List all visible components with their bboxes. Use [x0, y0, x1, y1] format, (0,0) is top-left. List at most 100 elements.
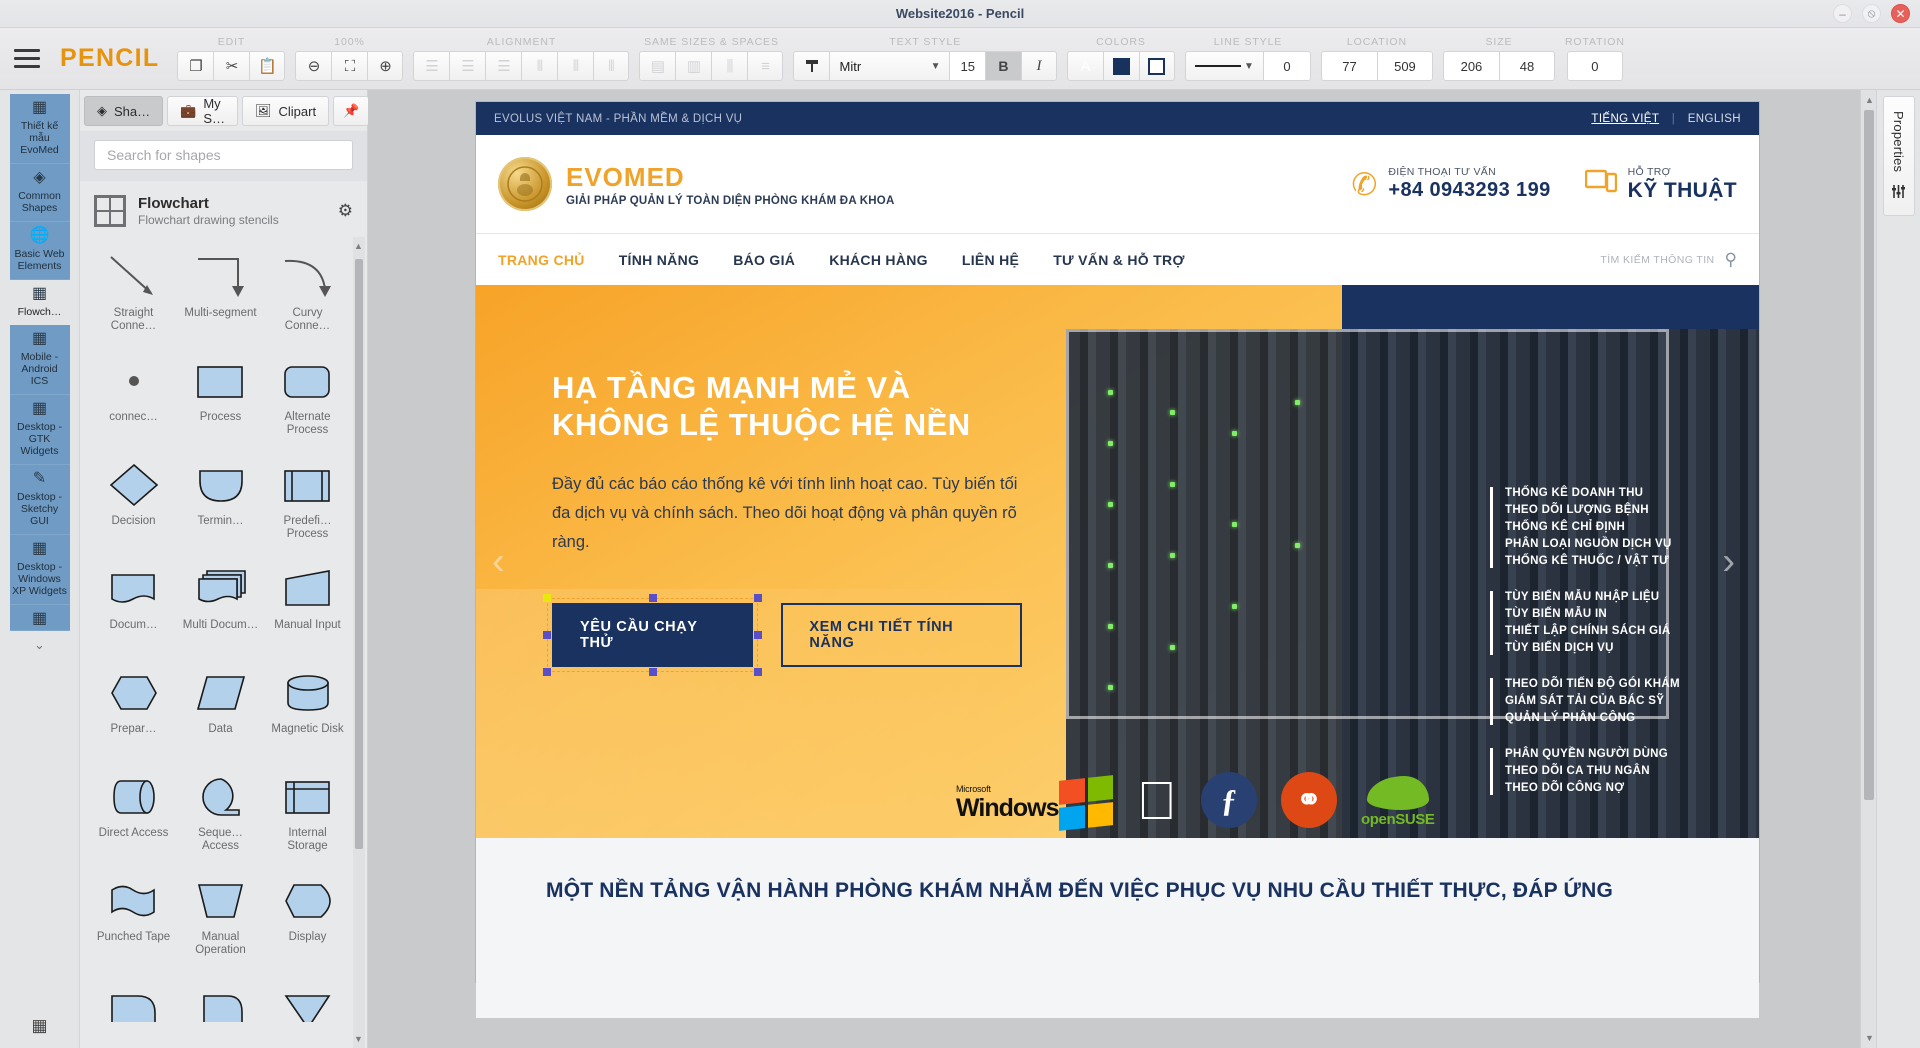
shape-item[interactable]: Multi-segment	[177, 241, 264, 341]
same-space-h-icon[interactable]: ⫼	[711, 51, 748, 81]
resize-handle-ml[interactable]	[543, 631, 551, 639]
distribute-right-icon[interactable]: ⦀	[593, 51, 630, 81]
scroll-up-icon[interactable]: ▲	[354, 241, 363, 251]
maximize-button[interactable]: ⦸	[1862, 4, 1881, 23]
minimize-button[interactable]: –	[1833, 4, 1852, 23]
zoom-fit-icon[interactable]: ⛶	[331, 51, 368, 81]
collection-common-shapes[interactable]: ◈ Common Shapes	[9, 164, 70, 222]
bold-button[interactable]: B	[984, 51, 1021, 81]
gear-icon[interactable]: ⚙	[338, 201, 353, 221]
line-style-select[interactable]: ▼	[1184, 51, 1263, 81]
hero-secondary-button[interactable]: XEM CHI TIẾT TÍNH NĂNG	[781, 603, 1022, 667]
resize-handle-tl[interactable]	[543, 594, 551, 602]
distribute-center-icon[interactable]: ⦀	[557, 51, 594, 81]
tab-shapes[interactable]: ◈ Sha…	[84, 96, 164, 126]
shape-item[interactable]: Direct Access	[90, 761, 177, 861]
shape-item[interactable]: Docum…	[90, 553, 177, 653]
shape-item[interactable]: Alternate Process	[264, 345, 351, 445]
shape-item[interactable]: Internal Storage	[264, 761, 351, 861]
collections-browse-grid-icon[interactable]: ▦	[31, 1016, 47, 1036]
search-icon[interactable]: ⚲	[1725, 250, 1737, 270]
shape-item[interactable]: Process	[177, 345, 264, 445]
collection-basic-web-elements[interactable]: 🌐 Basic Web Elements	[9, 222, 70, 280]
collection-desktop-windows-xp-widgets[interactable]: ▦ Desktop - Windows XP Widgets	[9, 535, 70, 605]
zoom-out-icon[interactable]: ⊖	[295, 51, 332, 81]
shape-item[interactable]: Manual Input	[264, 553, 351, 653]
menu-button[interactable]	[0, 27, 54, 89]
copy-button[interactable]: ❐	[177, 51, 214, 81]
collections-expand-chevron-down-icon[interactable]: ⌄	[34, 637, 45, 653]
nav-item-tu-van-ho-tro[interactable]: TƯ VẤN & HỖ TRỢ	[1053, 252, 1185, 268]
hero-next-arrow-icon[interactable]: ›	[1722, 540, 1735, 583]
collection-thiet-ke-mau-evomed[interactable]: ▦ Thiết kế mẫu EvoMed	[9, 94, 70, 164]
italic-button[interactable]: I	[1020, 51, 1057, 81]
hero-prev-arrow-icon[interactable]: ‹	[492, 540, 505, 583]
scroll-down-icon[interactable]: ▼	[354, 1034, 363, 1044]
size-height-input[interactable]: 48	[1498, 51, 1555, 81]
resize-handle-bc[interactable]	[648, 668, 657, 676]
format-painter-icon[interactable]	[793, 51, 830, 81]
shape-item[interactable]: Magnetic Disk	[264, 657, 351, 757]
rotation-input[interactable]: 0	[1566, 51, 1623, 81]
shape-list-scrollbar[interactable]: ▲ ▼	[353, 237, 365, 1048]
shape-item[interactable]: Termin…	[177, 449, 264, 549]
resize-handle-tc[interactable]	[648, 594, 657, 602]
nav-item-lien-he[interactable]: LIÊN HỆ	[962, 252, 1019, 268]
align-left-icon[interactable]: ☰	[413, 51, 450, 81]
location-y-input[interactable]: 509	[1376, 51, 1433, 81]
shape-item[interactable]	[90, 969, 177, 1048]
shape-item[interactable]: Seque… Access	[177, 761, 264, 861]
align-center-icon[interactable]: ☰	[449, 51, 486, 81]
lang-english[interactable]: ENGLISH	[1688, 113, 1741, 125]
font-size-input[interactable]: 15	[949, 51, 985, 81]
nav-item-bao-gia[interactable]: BÁO GIÁ	[733, 252, 795, 268]
shape-item[interactable]: Punched Tape	[90, 865, 177, 965]
paste-button[interactable]: 📋	[249, 51, 286, 81]
lang-vietnamese[interactable]: TIẾNG VIỆT	[1591, 113, 1659, 125]
properties-tab[interactable]: Properties	[1882, 96, 1915, 217]
collection-desktop-sketchy-gui[interactable]: ✎ Desktop - Sketchy GUI	[9, 465, 70, 535]
canvas-scroll-region[interactable]: EVOLUS VIỆT NAM - PHẦN MỀM & DỊCH VỤ TIẾ…	[368, 90, 1876, 1048]
scroll-down-icon[interactable]: ▼	[1865, 1033, 1874, 1043]
zoom-in-icon[interactable]: ⊕	[367, 51, 404, 81]
nav-item-khach-hang[interactable]: KHÁCH HÀNG	[829, 252, 928, 268]
shape-item[interactable]: Decision	[90, 449, 177, 549]
cut-button[interactable]: ✂	[213, 51, 250, 81]
canvas-page[interactable]: EVOLUS VIỆT NAM - PHẦN MỀM & DỊCH VỤ TIẾ…	[476, 102, 1759, 1018]
resize-handle-br[interactable]	[754, 668, 763, 676]
collection-more-partial[interactable]: ▦	[9, 605, 70, 631]
collection-desktop-gtk-widgets[interactable]: ▦ Desktop - GTK Widgets	[9, 395, 70, 465]
same-height-icon[interactable]: ▥	[675, 51, 712, 81]
scrollbar-thumb[interactable]	[1864, 110, 1874, 800]
resize-handle-mr[interactable]	[754, 631, 763, 639]
tab-my-stencils[interactable]: 💼 My S…	[167, 96, 238, 126]
location-x-input[interactable]: 77	[1320, 51, 1377, 81]
shape-item[interactable]: Predefi… Process	[264, 449, 351, 549]
hero-primary-button[interactable]: YÊU CẦU CHẠY THỬ	[552, 603, 754, 667]
shape-item[interactable]	[177, 969, 264, 1048]
scrollbar-thumb[interactable]	[355, 259, 363, 849]
collection-mobile-android-ics[interactable]: ▦ Mobile - Android ICS	[9, 325, 70, 395]
corner-radius-input[interactable]: 0	[1262, 51, 1311, 81]
close-button[interactable]: ✕	[1891, 4, 1910, 23]
collection-flowchart[interactable]: ▦ Flowch…	[9, 280, 70, 325]
site-nav-search[interactable]: TÌM KIẾM THÔNG TIN ⚲	[1600, 250, 1737, 270]
tab-pin[interactable]: 📌	[333, 96, 370, 126]
align-right-icon[interactable]: ☰	[485, 51, 522, 81]
stroke-color-swatch[interactable]	[1138, 51, 1175, 81]
shape-item[interactable]: Prepar…	[90, 657, 177, 757]
same-space-v-icon[interactable]: ≡	[747, 51, 784, 81]
fill-color-swatch[interactable]	[1102, 51, 1139, 81]
shape-item[interactable]: Curvy Conne…	[264, 241, 351, 341]
same-width-icon[interactable]: ▤	[639, 51, 676, 81]
scroll-up-icon[interactable]: ▲	[1865, 95, 1874, 105]
distribute-left-icon[interactable]: ⦀	[521, 51, 558, 81]
shape-item[interactable]: Straight Conne…	[90, 241, 177, 341]
text-color-icon[interactable]: A	[1066, 51, 1103, 81]
search-input[interactable]: Search for shapes	[94, 140, 353, 170]
tab-clipart[interactable]: 🖼 Clipart	[242, 96, 330, 126]
nav-item-trang-chu[interactable]: TRANG CHỦ	[498, 252, 585, 268]
shape-item[interactable]: connec…	[90, 345, 177, 445]
shape-item[interactable]: Manual Operation	[177, 865, 264, 965]
nav-item-tinh-nang[interactable]: TÍNH NĂNG	[619, 252, 699, 268]
